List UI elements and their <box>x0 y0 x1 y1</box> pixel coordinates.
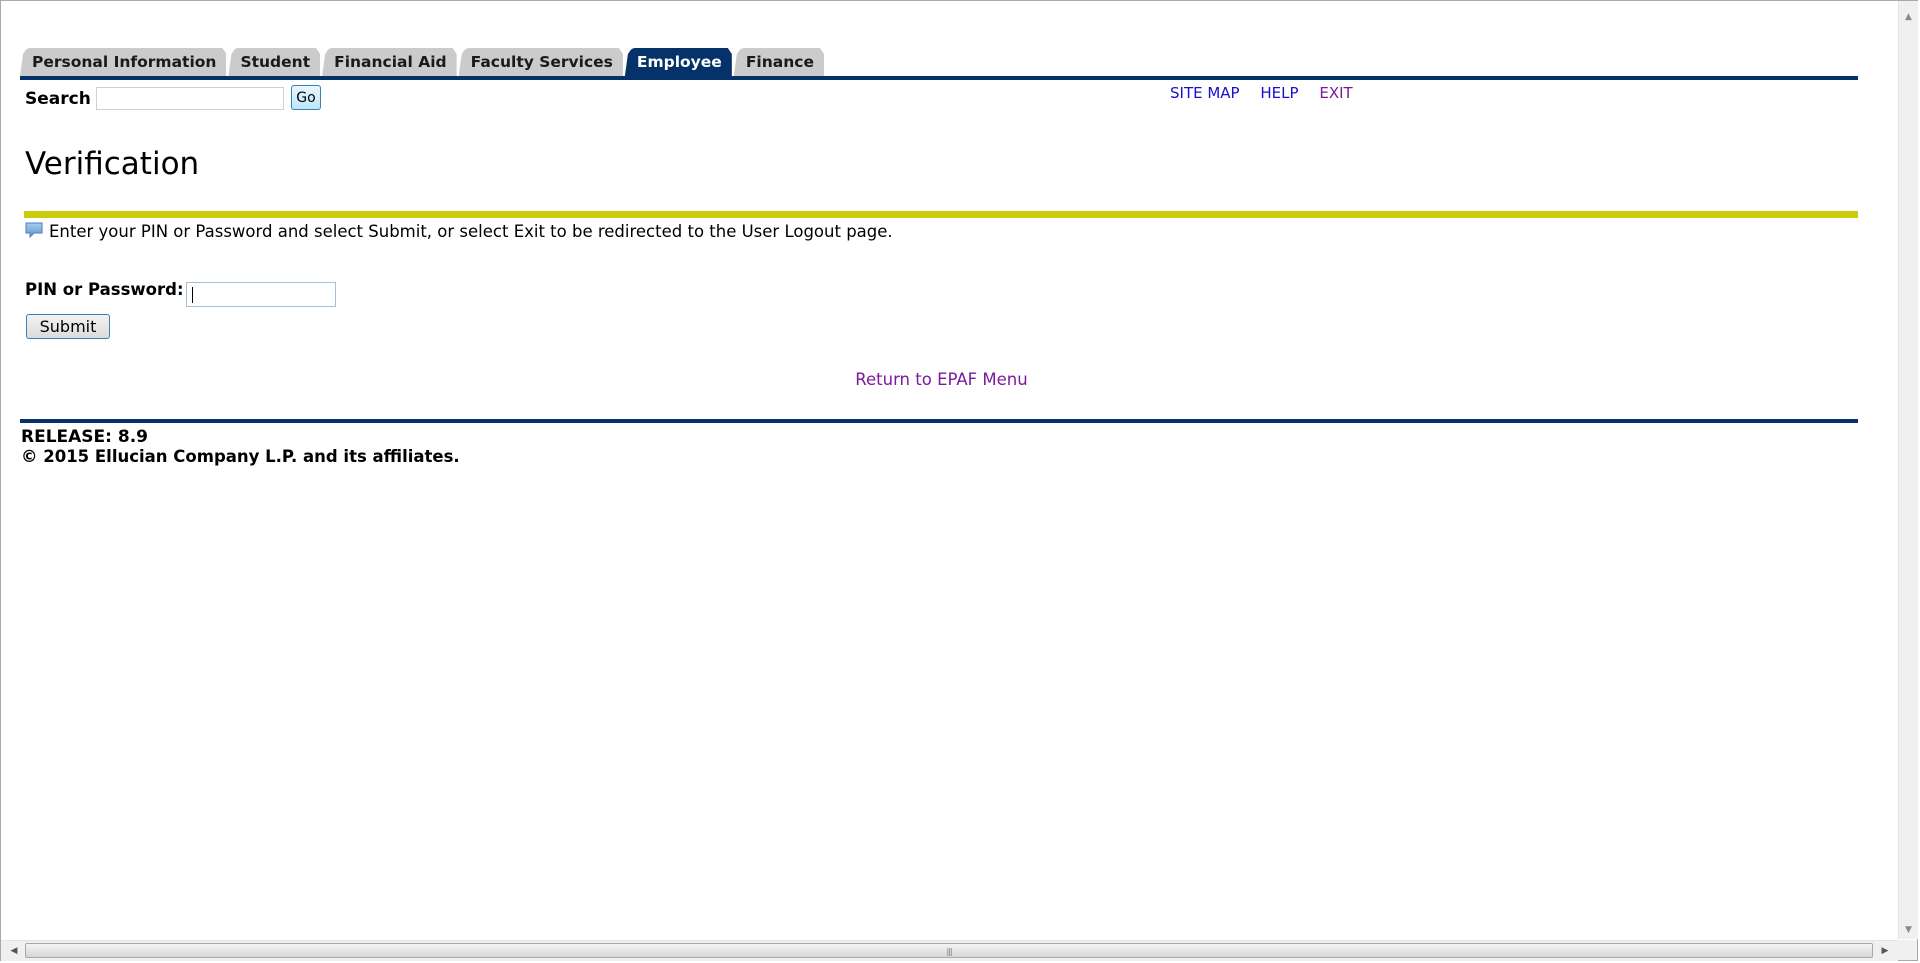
tab-divider <box>20 76 1858 80</box>
pin-password-label: PIN or Password: <box>25 280 184 299</box>
copyright-text: © 2015 Ellucian Company L.P. and its aff… <box>21 447 460 466</box>
help-link[interactable]: HELP <box>1260 84 1298 102</box>
search-input[interactable] <box>96 87 284 110</box>
browser-frame <box>0 0 1918 961</box>
scroll-down-arrow-icon[interactable]: ▼ <box>1899 920 1918 939</box>
speech-bubble-icon <box>25 222 43 238</box>
release-version: RELEASE: 8.9 <box>21 427 148 447</box>
top-links: SITE MAP HELP EXIT <box>1170 84 1369 102</box>
search-label: Search <box>25 89 91 109</box>
info-text: Enter your PIN or Password and select Su… <box>49 222 893 241</box>
text-caret <box>192 287 193 303</box>
go-button[interactable]: Go <box>291 85 321 110</box>
accent-divider <box>24 211 1858 218</box>
main-tabs: Personal Information Student Financial A… <box>20 46 826 76</box>
tab-personal-information[interactable]: Personal Information <box>20 48 226 76</box>
scroll-right-arrow-icon[interactable]: ▶ <box>1875 941 1895 961</box>
horizontal-scrollbar[interactable]: ◀ ||| ▶ <box>1 940 1898 961</box>
scroll-up-arrow-icon[interactable]: ▲ <box>1899 7 1918 26</box>
return-to-epaf-menu-link[interactable]: Return to EPAF Menu <box>855 370 1027 389</box>
return-link-container: Return to EPAF Menu <box>0 370 1883 389</box>
tab-faculty-services[interactable]: Faculty Services <box>459 48 623 76</box>
pin-password-input[interactable] <box>186 282 336 307</box>
tab-student[interactable]: Student <box>228 48 320 76</box>
tab-employee[interactable]: Employee <box>625 48 732 76</box>
horizontal-scroll-thumb[interactable]: ||| <box>25 943 1873 958</box>
footer-divider <box>20 419 1858 423</box>
grip-icon: ||| <box>946 947 952 956</box>
scroll-left-arrow-icon[interactable]: ◀ <box>4 941 24 961</box>
tab-finance[interactable]: Finance <box>734 48 824 76</box>
exit-link[interactable]: EXIT <box>1319 84 1352 102</box>
page-title: Verification <box>25 146 200 182</box>
tab-financial-aid[interactable]: Financial Aid <box>322 48 457 76</box>
submit-button[interactable]: Submit <box>26 314 110 339</box>
info-message: Enter your PIN or Password and select Su… <box>25 222 893 241</box>
scrollbar-corner <box>1898 940 1917 960</box>
vertical-scrollbar[interactable]: ▲ ▼ <box>1898 1 1918 939</box>
site-map-link[interactable]: SITE MAP <box>1170 84 1240 102</box>
